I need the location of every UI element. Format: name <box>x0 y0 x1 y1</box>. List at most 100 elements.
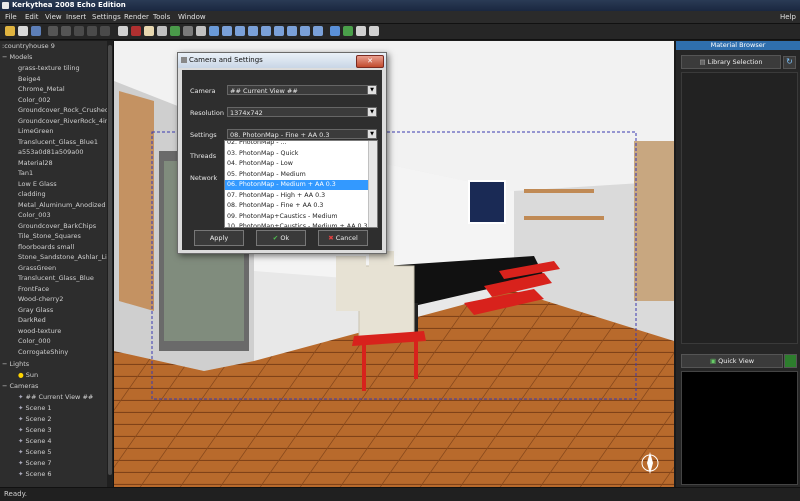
resolution-select[interactable]: 1374x742 ▼ <box>227 107 377 117</box>
tree-camera-item[interactable]: ✦ Scene 6 <box>18 469 52 479</box>
tree-model-item[interactable]: Metal_Aluminum_Anodized <box>18 200 106 210</box>
cancel-button[interactable]: ✖ Cancel <box>318 230 368 246</box>
tree-model-item[interactable]: wood-texture <box>18 326 61 336</box>
grid-icon[interactable] <box>356 26 366 36</box>
settings-dropdown-list[interactable]: 02. PhotonMap - ... 03. PhotonMap - Quick… <box>224 140 378 228</box>
options-icon[interactable] <box>369 26 379 36</box>
open-folder-icon[interactable] <box>5 26 15 36</box>
tree-model-item[interactable]: Groundcover_RiverRock_4inc... <box>18 116 113 126</box>
tree-model-item[interactable]: CorrogateShiny <box>18 347 68 357</box>
tree-model-item[interactable]: LimeGreen <box>18 126 53 136</box>
camera-view-icon[interactable] <box>209 26 219 36</box>
redo-icon[interactable] <box>61 26 71 36</box>
tree-model-item[interactable]: Color_002 <box>18 95 51 105</box>
ok-button[interactable]: ✔ Ok <box>256 230 306 246</box>
library-selection-button[interactable]: ▤ Library Selection <box>681 55 781 69</box>
tree-lights-node[interactable]: − Lights <box>2 359 29 369</box>
settings-option[interactable]: 03. PhotonMap - Quick <box>225 149 368 159</box>
clear-icon[interactable] <box>100 26 110 36</box>
tree-camera-item[interactable]: ✦ Scene 1 <box>18 403 52 413</box>
menu-insert[interactable]: Insert <box>66 13 86 21</box>
menu-edit[interactable]: Edit <box>25 13 39 21</box>
render-icon[interactable] <box>330 26 340 36</box>
chevron-down-icon[interactable]: ▼ <box>367 108 376 116</box>
tree-model-item[interactable]: floorboards small <box>18 242 74 252</box>
tree-cameras-node[interactable]: − Cameras <box>2 381 38 391</box>
quick-view-toggle-icon[interactable] <box>784 354 797 368</box>
settings-option[interactable]: 08. PhotonMap - Fine + AA 0.3 <box>225 201 368 211</box>
camera-select[interactable]: ## Current View ## ▼ <box>227 85 377 95</box>
tree-model-item[interactable]: Groundcover_BarkChips <box>18 221 96 231</box>
settings-option[interactable]: 10. PhotonMap+Caustics - Medium + AA 0.3 <box>225 222 368 227</box>
tree-scroll-thumb[interactable] <box>108 45 112 475</box>
tree-model-item[interactable]: GrassGreen <box>18 263 56 273</box>
material-library-area[interactable] <box>681 72 798 344</box>
select-icon[interactable] <box>118 26 128 36</box>
tree-model-item[interactable]: Gray Glass <box>18 305 53 315</box>
quick-view-button[interactable]: ▣ Quick View <box>681 354 783 368</box>
tree-model-item[interactable]: Wood-cherry2 <box>18 294 63 304</box>
settings-option[interactable]: 04. PhotonMap - Low <box>225 159 368 169</box>
tree-light-sun[interactable]: ● Sun <box>18 370 38 380</box>
tree-models-node[interactable]: − Models <box>2 52 32 62</box>
tree-camera-item[interactable]: ✦ ## Current View ## <box>18 392 93 402</box>
menu-tools[interactable]: Tools <box>153 13 170 21</box>
delete-icon[interactable] <box>87 26 97 36</box>
settings-option[interactable]: 05. PhotonMap - Medium <box>225 170 368 180</box>
tree-camera-item[interactable]: ✦ Scene 2 <box>18 414 52 424</box>
view-icon-2[interactable] <box>235 26 245 36</box>
cut-icon[interactable] <box>74 26 84 36</box>
dropdown-scrollbar[interactable] <box>368 141 377 227</box>
rotate-icon[interactable] <box>170 26 180 36</box>
tree-model-item[interactable]: Translucent_Glass_Blue1 <box>18 137 98 147</box>
menu-help[interactable]: Help <box>780 13 796 21</box>
tree-model-item[interactable]: Tile_Stone_Squares <box>18 231 81 241</box>
view-icon-1[interactable] <box>222 26 232 36</box>
tree-model-item[interactable]: a553a0d81a509a00 <box>18 147 84 157</box>
settings-option[interactable]: 09. PhotonMap+Caustics - Medium <box>225 212 368 222</box>
chevron-down-icon[interactable]: ▼ <box>367 86 376 94</box>
undo-icon[interactable] <box>48 26 58 36</box>
settings-option[interactable]: 06. PhotonMap - Medium + AA 0.3 <box>225 180 368 190</box>
tree-root[interactable]: :countryhouse 9 <box>2 41 55 51</box>
tree-model-item[interactable]: Stone_Sandstone_Ashlar_Ligh... <box>18 252 113 262</box>
view-icon-8[interactable] <box>313 26 323 36</box>
view-icon-6[interactable] <box>287 26 297 36</box>
settings-option[interactable]: 07. PhotonMap - High + AA 0.3 <box>225 191 368 201</box>
tree-camera-item[interactable]: ✦ Scene 4 <box>18 436 52 446</box>
render-settings-icon[interactable] <box>343 26 353 36</box>
menu-settings[interactable]: Settings <box>92 13 121 21</box>
tree-model-item[interactable]: Color_003 <box>18 210 51 220</box>
pan-hand-icon[interactable] <box>144 26 154 36</box>
zoom-icon[interactable] <box>157 26 167 36</box>
menu-render[interactable]: Render <box>124 13 149 21</box>
menu-file[interactable]: File <box>5 13 17 21</box>
tree-model-item[interactable]: Color_000 <box>18 336 51 346</box>
orbit-icon[interactable] <box>183 26 193 36</box>
menu-window[interactable]: Window <box>178 13 206 21</box>
tree-model-item[interactable]: Material28 <box>18 158 53 168</box>
tree-scrollbar[interactable] <box>107 41 113 487</box>
tree-camera-item[interactable]: ✦ Scene 3 <box>18 425 52 435</box>
settings-option[interactable]: 02. PhotonMap - ... <box>225 141 368 148</box>
tree-model-item[interactable]: Beige4 <box>18 74 41 84</box>
save-icon[interactable] <box>31 26 41 36</box>
tree-camera-item[interactable]: ✦ Scene 7 <box>18 458 52 468</box>
record-icon[interactable] <box>131 26 141 36</box>
dialog-titlebar[interactable]: Camera and Settings ✕ <box>178 53 386 68</box>
view-icon-7[interactable] <box>300 26 310 36</box>
tree-model-item[interactable]: Low E Glass <box>18 179 57 189</box>
tree-model-item[interactable]: Tan1 <box>18 168 33 178</box>
home-icon[interactable] <box>196 26 206 36</box>
chevron-down-icon[interactable]: ▼ <box>367 130 376 138</box>
view-icon-5[interactable] <box>274 26 284 36</box>
tree-camera-item[interactable]: ✦ Scene 5 <box>18 447 52 457</box>
tree-model-item[interactable]: grass-texture tiling <box>18 63 80 73</box>
view-icon-3[interactable] <box>248 26 258 36</box>
tree-model-item[interactable]: FrontFace <box>18 284 49 294</box>
view-icon-4[interactable] <box>261 26 271 36</box>
menu-view[interactable]: View <box>45 13 62 21</box>
refresh-icon[interactable]: ↻ <box>783 56 796 69</box>
settings-select[interactable]: 08. PhotonMap - Fine + AA 0.3 ▼ <box>227 129 377 139</box>
tree-model-item[interactable]: cladding <box>18 189 46 199</box>
